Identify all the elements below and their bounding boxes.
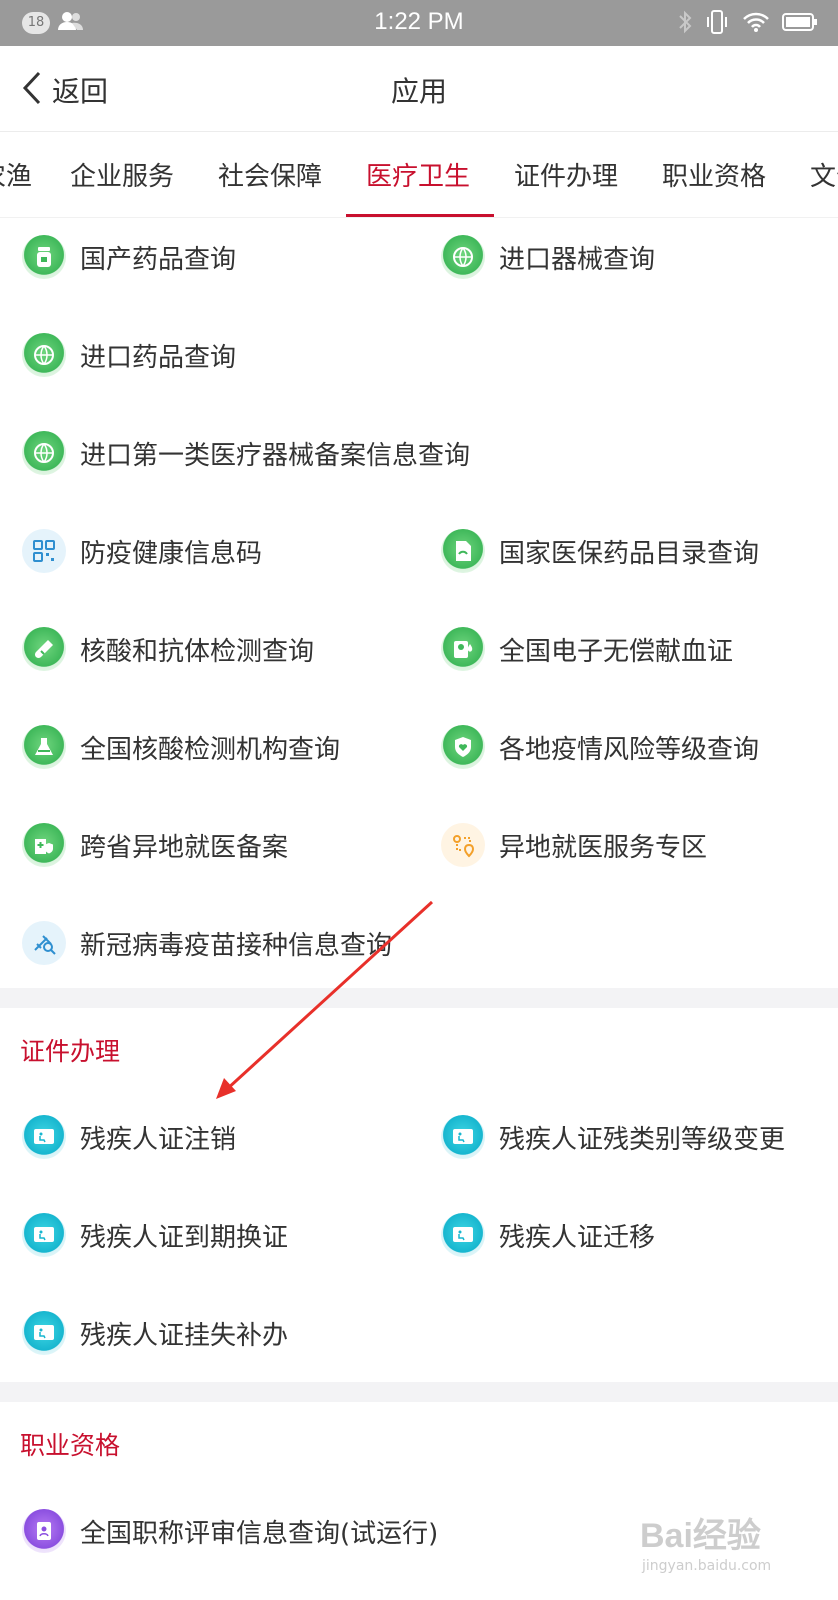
disability-card-icon (441, 1213, 485, 1257)
service-label: 残疾人证残类别等级变更 (499, 1124, 786, 1155)
document-icon (441, 529, 485, 573)
system-icons (678, 9, 818, 39)
service-item[interactable]: 国家医保药品目录查询 (419, 502, 838, 600)
service-item[interactable]: 进口器械查询 (419, 208, 838, 306)
tab-culture[interactable]: 文化 (810, 156, 838, 193)
status-bar: 18 1:22 PM (0, 0, 838, 46)
id-badge-icon (22, 1509, 66, 1553)
watermark-url: jingyan.baidu.com (642, 1558, 772, 1574)
baidu-watermark: Bai经验 jingyan.baidu.com (640, 1508, 820, 1588)
tab-nongyu[interactable]: 农渔 (0, 156, 32, 193)
service-label: 异地就医服务专区 (499, 832, 708, 863)
blood-card-icon (441, 627, 485, 671)
qr-code-icon (22, 529, 66, 573)
tab-qualifications[interactable]: 职业资格 (662, 156, 766, 193)
tab-enterprise-services[interactable]: 企业服务 (70, 156, 174, 193)
service-label: 跨省异地就医备案 (80, 832, 289, 863)
service-label: 进口药品查询 (80, 342, 237, 373)
disability-card-icon (22, 1115, 66, 1159)
service-item[interactable]: 残疾人证残类别等级变更 (419, 1088, 838, 1186)
syringe-search-icon (22, 921, 66, 965)
service-label: 新冠病毒疫苗接种信息查询 (80, 930, 393, 961)
service-item[interactable]: 新冠病毒疫苗接种信息查询 (0, 894, 838, 992)
service-item[interactable]: 进口第一类医疗器械备案信息查询 (0, 404, 838, 502)
location-route-icon (441, 823, 485, 867)
tab-medical-health[interactable]: 医疗卫生 (366, 156, 470, 193)
service-item[interactable]: 残疾人证注销 (0, 1088, 419, 1186)
globe-pill-icon (22, 333, 66, 377)
service-label: 全国电子无偿献血证 (499, 636, 734, 667)
service-label: 残疾人证迁移 (499, 1222, 656, 1253)
section-title-qualifications: 职业资格 (20, 1431, 121, 1460)
category-tabs: 农渔 企业服务 社会保障 医疗卫生 证件办理 职业资格 文化 (0, 132, 838, 218)
tab-certificates[interactable]: 证件办理 (514, 156, 618, 193)
service-label: 防疫健康信息码 (80, 538, 263, 569)
service-label: 残疾人证注销 (80, 1124, 237, 1155)
back-label: 返回 (52, 75, 109, 108)
service-item[interactable]: 残疾人证挂失补办 (0, 1284, 419, 1382)
service-label: 全国核酸检测机构查询 (80, 734, 341, 765)
watermark-brand: Bai经验 (640, 1517, 761, 1555)
service-item[interactable]: 跨省异地就医备案 (0, 796, 419, 894)
service-label: 国家医保药品目录查询 (499, 538, 760, 569)
globe-gear-icon (22, 431, 66, 475)
service-item[interactable]: 异地就医服务专区 (419, 796, 838, 894)
service-label: 全国职称评审信息查询(试运行) (80, 1518, 439, 1549)
battery-icon (782, 12, 818, 36)
service-item[interactable]: 残疾人证迁移 (419, 1186, 838, 1284)
disability-card-icon (441, 1115, 485, 1159)
bluetooth-icon (678, 10, 692, 38)
service-label: 各地疫情风险等级查询 (499, 734, 760, 765)
vibrate-icon (704, 9, 730, 39)
service-item[interactable]: 残疾人证到期换证 (0, 1186, 419, 1284)
section-divider (0, 988, 838, 1008)
service-label: 进口器械查询 (499, 244, 656, 275)
service-item[interactable]: 核酸和抗体检测查询 (0, 600, 419, 698)
tab-social-security[interactable]: 社会保障 (218, 156, 322, 193)
service-label: 进口第一类医疗器械备案信息查询 (80, 440, 471, 471)
wifi-icon (742, 11, 770, 37)
service-item[interactable]: 全国核酸检测机构查询 (0, 698, 419, 796)
disability-card-icon (22, 1311, 66, 1355)
service-item[interactable]: 全国电子无偿献血证 (419, 600, 838, 698)
service-label: 国产药品查询 (80, 244, 237, 275)
back-button[interactable]: 返回 (22, 70, 108, 110)
service-label: 残疾人证到期换证 (80, 1222, 289, 1253)
flask-icon (22, 725, 66, 769)
test-tube-icon (22, 627, 66, 671)
service-item[interactable]: 防疫健康信息码 (0, 502, 419, 600)
hospital-shield-icon (22, 823, 66, 867)
disability-card-icon (22, 1213, 66, 1257)
service-label: 残疾人证挂失补办 (80, 1320, 289, 1351)
nav-bar: 返回 应用 (0, 46, 838, 132)
service-label: 核酸和抗体检测查询 (80, 636, 315, 667)
chevron-left-icon (22, 71, 42, 109)
page-title: 应用 (390, 75, 447, 108)
service-item[interactable]: 进口药品查询 (0, 306, 419, 404)
service-item[interactable]: 各地疫情风险等级查询 (419, 698, 838, 796)
service-item[interactable]: 国产药品查询 (0, 208, 419, 306)
section-divider (0, 1382, 838, 1402)
pill-bottle-icon (22, 235, 66, 279)
shield-heart-icon (441, 725, 485, 769)
section-title-certificates: 证件办理 (20, 1037, 121, 1066)
globe-device-icon (441, 235, 485, 279)
